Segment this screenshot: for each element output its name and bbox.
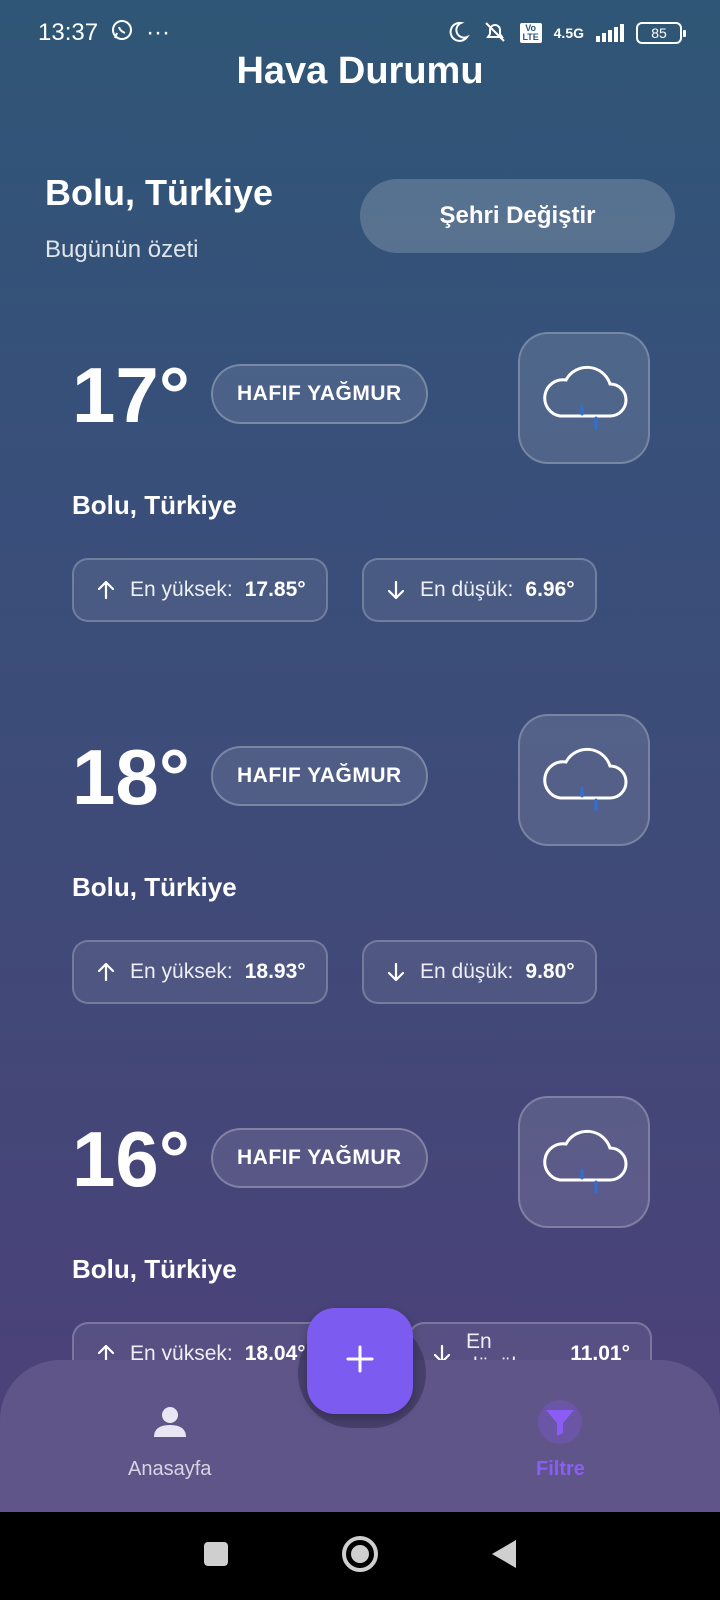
- alarm-off-icon: [482, 20, 508, 47]
- card-city: Bolu, Türkiye: [72, 490, 237, 520]
- moon-icon: [446, 20, 470, 47]
- condition-label: HAFIF YAĞMUR: [237, 382, 402, 405]
- change-city-button[interactable]: Şehri Değiştir: [360, 179, 675, 253]
- location-subtitle: Bugünün özeti: [45, 236, 199, 263]
- high-temp-chip: En yüksek: 18.93°: [72, 940, 328, 1004]
- high-temp-label: En yüksek:: [130, 960, 233, 983]
- nav-item-home[interactable]: Anasayfa: [128, 1400, 211, 1481]
- condition-badge: HAFIF YAĞMUR: [211, 746, 428, 806]
- weather-card[interactable]: 17° HAFIF YAĞMUR Bolu, Türkiye En yüksek…: [72, 332, 652, 632]
- location-header: Bolu, Türkiye Bugünün özeti: [45, 172, 273, 264]
- whatsapp-icon: [110, 18, 134, 49]
- condition-label: HAFIF YAĞMUR: [237, 1146, 402, 1169]
- signal-icon: [596, 24, 624, 42]
- card-temperature: 16°: [72, 1115, 190, 1203]
- arrow-down-icon: [384, 960, 408, 984]
- nav-filter-label: Filtre: [536, 1458, 585, 1480]
- cloud-rain-icon: [518, 714, 650, 846]
- condition-label: HAFIF YAĞMUR: [237, 764, 402, 787]
- arrow-up-icon: [94, 578, 118, 602]
- high-temp-label: En yüksek:: [130, 578, 233, 601]
- low-temp-value: 9.80°: [525, 960, 575, 983]
- card-city: Bolu, Türkiye: [72, 872, 237, 902]
- add-button[interactable]: [307, 1308, 413, 1414]
- recents-icon[interactable]: [202, 1540, 230, 1573]
- high-temp-value: 17.85°: [244, 578, 306, 601]
- location-city: Bolu, Türkiye: [45, 172, 274, 213]
- weather-card[interactable]: 18° HAFIF YAĞMUR Bolu, Türkiye En yüksek…: [72, 714, 652, 1014]
- plus-icon: [345, 1344, 375, 1379]
- low-temp-label: En düşük:: [420, 960, 514, 983]
- status-time: 13:37: [38, 19, 99, 46]
- card-city: Bolu, Türkiye: [72, 1254, 237, 1284]
- cloud-rain-icon: [518, 332, 650, 464]
- arrow-down-icon: [384, 578, 408, 602]
- system-nav-bar: [0, 1512, 720, 1600]
- cloud-rain-icon: [518, 1096, 650, 1228]
- high-temp-chip: En yüksek: 17.85°: [72, 558, 328, 622]
- low-temp-chip: En düşük: 6.96°: [362, 558, 597, 622]
- condition-badge: HAFIF YAĞMUR: [211, 1128, 428, 1188]
- condition-badge: HAFIF YAĞMUR: [211, 364, 428, 424]
- battery-level: 85: [651, 25, 667, 41]
- low-temp-value: 6.96°: [525, 578, 575, 601]
- filter-icon: [538, 1400, 583, 1444]
- low-temp-label: En düşük:: [420, 578, 514, 601]
- home-icon[interactable]: [340, 1534, 380, 1579]
- network-type: 4.5G: [553, 25, 584, 41]
- back-icon[interactable]: [490, 1538, 518, 1575]
- high-temp-value: 18.93°: [244, 960, 306, 983]
- low-temp-chip: En düşük: 9.80°: [362, 940, 597, 1004]
- nav-item-filter[interactable]: Filtre: [536, 1400, 585, 1481]
- page-title: Hava Durumu: [236, 50, 484, 92]
- volte-badge: Vo LTE: [519, 23, 542, 43]
- card-temperature: 17°: [72, 351, 190, 439]
- arrow-up-icon: [94, 960, 118, 984]
- card-temperature: 18°: [72, 733, 190, 821]
- battery-icon: 85: [636, 22, 686, 44]
- person-icon: [148, 1400, 192, 1444]
- more-notifications-icon: ···: [146, 19, 171, 46]
- nav-home-label: Anasayfa: [128, 1458, 212, 1480]
